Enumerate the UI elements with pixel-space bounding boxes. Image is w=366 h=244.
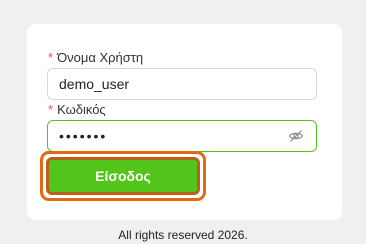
required-marker: * (48, 102, 54, 117)
password-value: ••••••• (59, 128, 108, 144)
password-input[interactable]: ••••••• (47, 120, 317, 152)
footer-copyright: All rights reserved 2026. (118, 228, 248, 242)
username-input[interactable]: demo_user (47, 68, 317, 100)
eye-slash-icon[interactable] (287, 127, 305, 145)
username-label-text: Όνομα Χρήστη (57, 50, 144, 65)
password-label: * Κωδικός (48, 102, 106, 118)
username-label: * Όνομα Χρήστη (48, 50, 143, 66)
login-button[interactable]: Είσοδος (46, 157, 200, 195)
username-value: demo_user (59, 76, 130, 92)
required-marker: * (48, 50, 54, 65)
password-label-text: Κωδικός (57, 102, 106, 117)
